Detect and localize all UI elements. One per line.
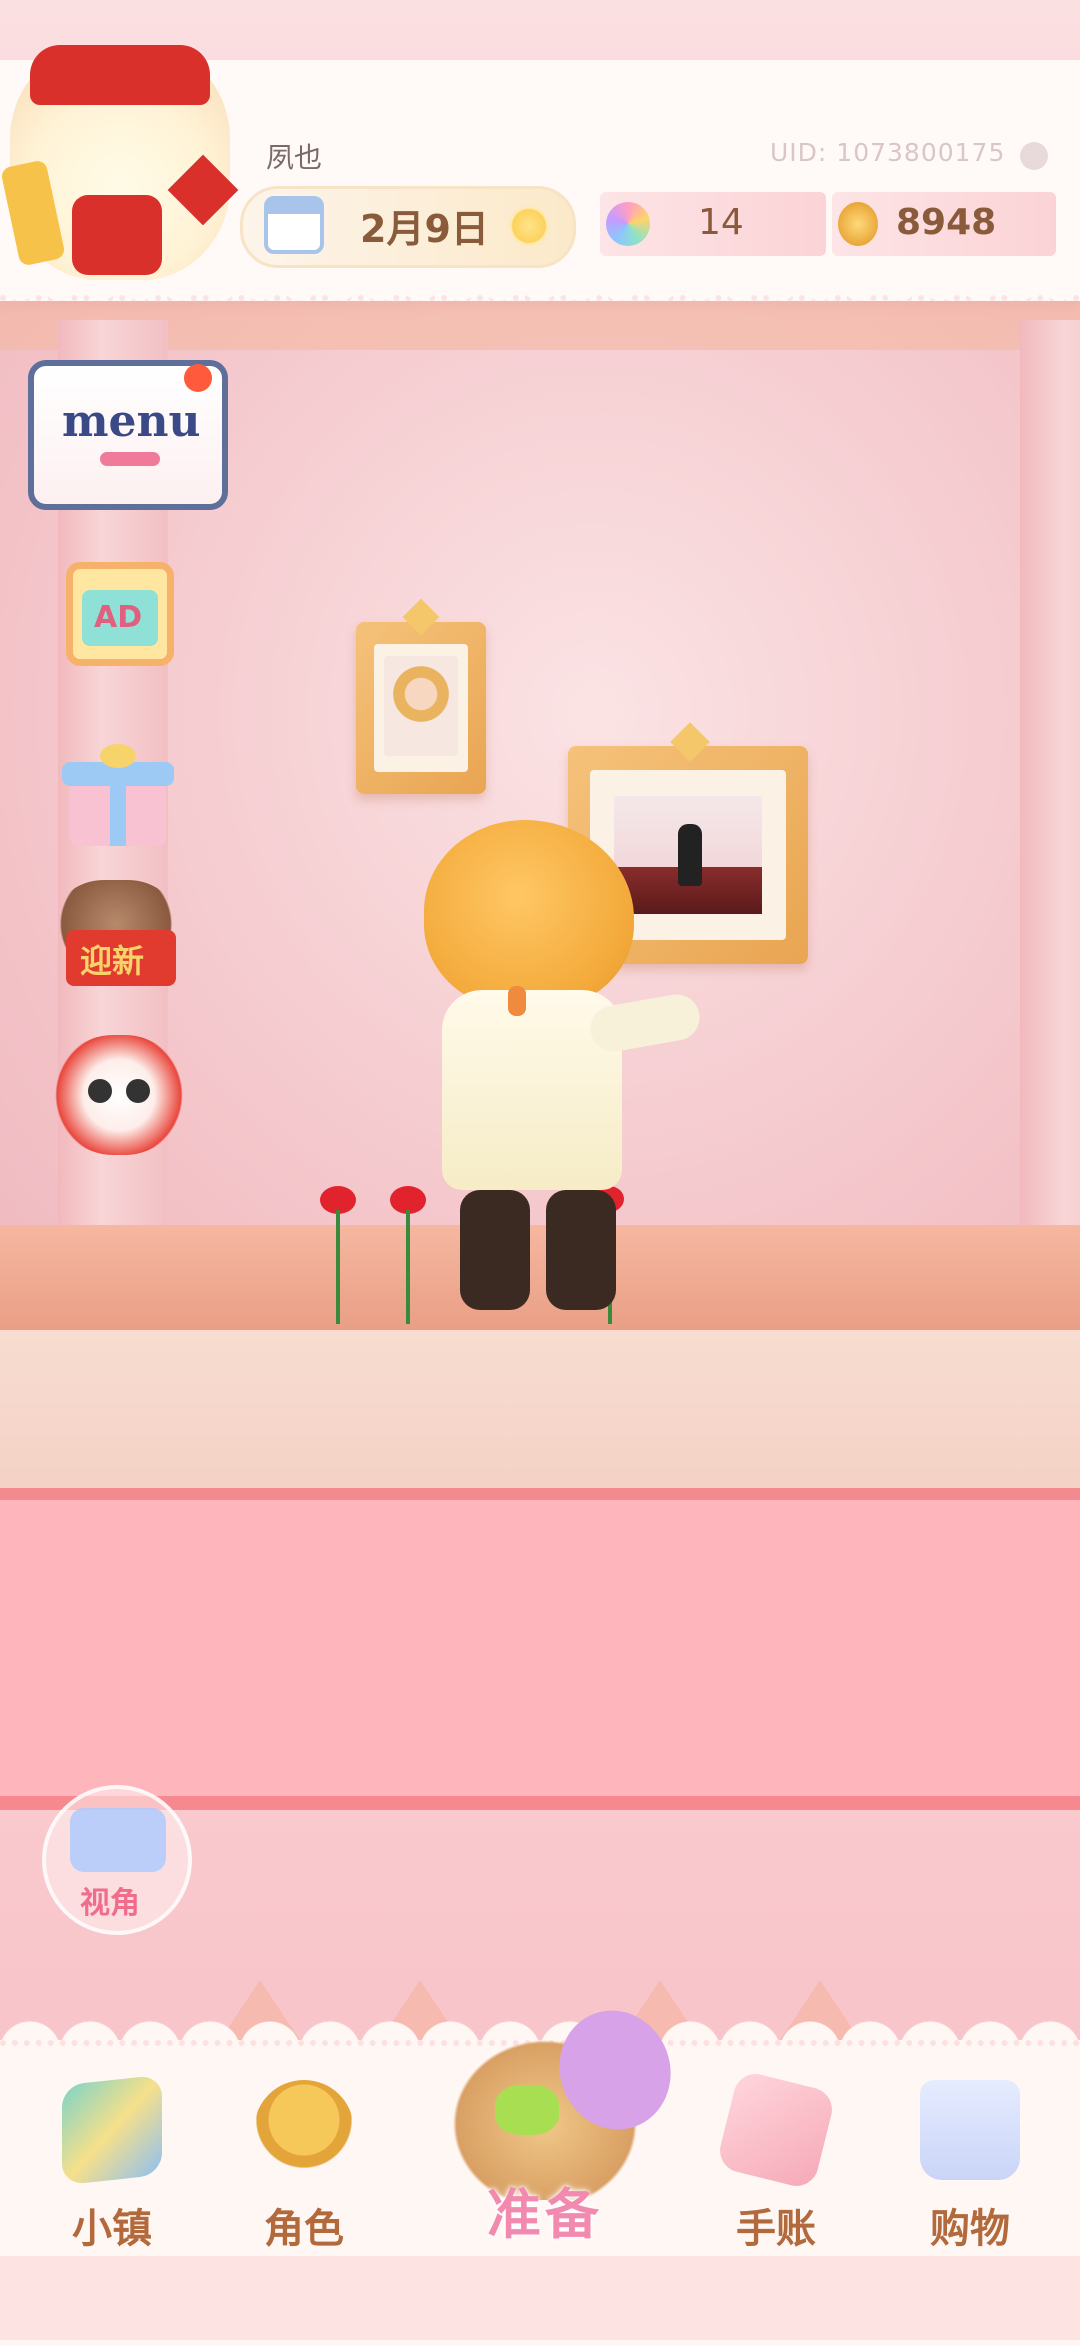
gift-box-button[interactable] [56,740,180,850]
rainbow-gem-icon [606,202,650,246]
nav-label-character: 角色 [264,2206,344,2252]
nav-label-shop: 购物 [930,2206,1010,2252]
floor [0,1330,1080,1490]
nav-item-character[interactable]: 角色 [234,2080,374,2252]
nav-item-shop[interactable]: 购物 [900,2080,1040,2252]
fortune-god-avatar[interactable] [0,45,239,280]
room-scene [0,0,1080,2340]
nav-label-journal: 手账 [736,2206,816,2252]
rose-plant [308,1186,368,1326]
nav-bottom-strip [0,2256,1080,2340]
header-scallop-edge [0,282,1080,308]
camera-angle-label: 视角 [80,1886,140,1921]
floor-edge [0,1488,1080,1500]
calendar-icon [264,196,324,254]
lion-dance-button[interactable] [54,1035,184,1155]
ribbon-icon [100,452,160,466]
coin-count: 8948 [896,202,997,243]
lower-wall [0,1500,1080,1800]
nav-label-town: 小镇 [72,2206,152,2252]
bow-icon [495,2085,559,2135]
nav-label-prepare[interactable]: 准备 [470,2170,620,2249]
player-name: 夙也 [266,141,323,174]
gold-coin-icon [838,202,878,246]
player-uid: UID: 1073800175 [770,138,1006,167]
nav-item-journal[interactable]: 手账 [706,2069,846,2252]
map-icon [62,2074,162,2186]
ad-label: AD [94,600,143,635]
newyear-sign-label: 迎新 [80,942,145,980]
character-icon [254,2080,354,2180]
gem-count: 14 [698,202,744,243]
sun-weather-icon [508,205,550,247]
notification-dot [184,364,212,392]
copy-icon[interactable] [1020,142,1048,170]
date-label: 2月9日 [360,207,489,251]
picture-frame-portrait[interactable] [356,622,486,794]
video-camera-icon [70,1808,166,1872]
nav-item-town[interactable]: 小镇 [42,2074,182,2252]
journal-icon [715,2069,837,2191]
shopping-bag-icon [920,2080,1020,2180]
player-character[interactable] [410,810,704,1340]
menu-label: menu [62,396,201,447]
